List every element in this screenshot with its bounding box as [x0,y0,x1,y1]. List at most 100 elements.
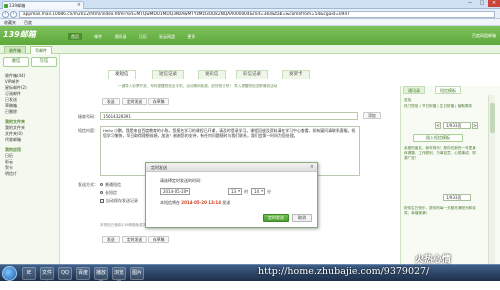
address-bar-input[interactable]: appmail.mail.10086.cn/m2012/html/index.h… [19,10,495,18]
taskbar-browser-icon[interactable]: 浏览器 [112,267,126,287]
template-snippet-2[interactable]: 祝你生日快乐，愿你的每一天都充满阳光和欢笑，幸福美满！ [404,206,476,246]
nav-home[interactable]: 首页 [68,33,82,40]
window-close-icon[interactable]: × [488,0,500,7]
message-text: Hello 小鹏，我是来自百度教育的小陈，您报名学习的课程已开课，请及时登录学习… [103,128,356,139]
radio-long-sms[interactable] [100,191,103,194]
mail-logo: 139邮箱 [3,30,36,39]
page-select-2[interactable]: 1/933页 [443,194,471,201]
tab-close-icon[interactable]: × [77,2,81,9]
sidebar: 收信 写信 收件箱(44) VIP邮件 星标邮件(2) 订阅邮件 已发送 草稿箱… [0,54,60,264]
tab-send-sms[interactable]: 发短信 [108,70,136,79]
header-user[interactable]: 百度网盘邮箱 [472,33,496,39]
sub-tab-bar: 收件箱 写邮件 [0,45,500,54]
save-draft-button-top[interactable]: 存草稿 [148,98,170,105]
taskbar-ie-icon[interactable]: IE [22,267,36,280]
auto-save-checkbox[interactable] [100,199,104,203]
bookmarks-bar: 收藏夹 百度 [0,19,500,26]
sidebar-app-postcard[interactable]: 明信片 [5,171,17,177]
main-nav: 首页 邮件 通讯录 日历 彩云网盘 更多 [68,33,206,40]
browser-window: 139邮箱 × ─ □ × ‹ › appmail.mail.10086.cn/… [0,0,500,287]
template-search-label[interactable]: 查找 [404,98,476,103]
write-button[interactable]: 写信 [31,57,57,67]
template-snippet-1[interactable]: 亲爱的朋友，新年快乐！愿你在新的一年里身体健康，工作顺利，万事如意，心想事成，财… [404,146,476,186]
taskbar-folder-icon[interactable]: 文件夹 [40,267,54,287]
browser-tab[interactable]: 139邮箱 × [2,1,84,9]
tab-mms-records[interactable]: 彩信记录 [236,70,268,79]
schedule-cancel-button[interactable]: 取消 [292,214,312,222]
sidebar-item-deleted[interactable]: 已删除 [5,109,17,115]
sidebar-folder-3[interactable]: 代收邮箱 [5,137,21,143]
nav-contacts[interactable]: 通讯录 [115,34,127,39]
insert-template-button[interactable]: 插入短信模板 [413,134,463,142]
subtab-compose[interactable]: 写邮件 [30,46,52,54]
tab-send-mms[interactable]: 发彩信 [198,70,226,79]
vertical-scrollbar[interactable] [488,95,495,264]
taskbar-image-icon[interactable]: 图片 [130,267,144,280]
radio-normal-label: 普通短信 [105,182,121,187]
hour-select[interactable]: 13 ▾ [228,188,242,195]
nav-more[interactable]: 更多 [187,34,195,39]
tab-sms-records[interactable]: 短信记录 [152,70,184,79]
start-button[interactable] [2,266,17,281]
schedule-info: 本短信将在 2014-05-20 13:14 发送 [160,200,230,206]
tab-templates[interactable]: 短信模板 [435,86,461,94]
minute-value: 14 [254,189,260,194]
send-type-label: 发送方式： [78,182,98,187]
bookmark-baidu[interactable]: 百度 [24,19,32,26]
browser-tab-bar: 139邮箱 × ─ □ × [0,0,500,9]
taskbar-baidu-icon[interactable]: 百度 [76,267,90,280]
maximize-icon[interactable]: □ [476,0,488,7]
back-icon[interactable]: ‹ [2,10,9,18]
promo-notice[interactable]: 一键导入彩票开奖、号码提醒短信至手机，活动期间免费，赶快抢订吧！ 导入提醒短信进… [118,84,277,89]
dialog-title: 定时发送 × [146,163,317,172]
address-bar-row: ‹ › appmail.mail.10086.cn/m2012/html/ind… [0,9,500,19]
browser-tab-title: 139邮箱 [9,3,26,8]
schedule-info-suffix: 发送 [222,200,231,205]
add-contact-button[interactable]: 添加 [363,112,381,119]
taskbar-qq-icon[interactable]: QQ [58,267,72,280]
date-picker[interactable]: 2014-05-20 ▾ [160,188,190,195]
template-panel: 通讯录 短信模板 查找 热门短信 | 节日祝福 | 生日祝福 | 幽默搞笑 < … [400,86,500,264]
mail-header: 139邮箱 首页 邮件 通讯录 日历 彩云网盘 更多 百度网盘邮箱 [0,26,500,45]
minimize-icon[interactable]: ─ [464,0,476,7]
send-button-top[interactable]: 发送 [102,98,120,105]
prev-page-button[interactable]: < [435,122,441,129]
tab-contacts[interactable]: 通讯录 [403,86,425,94]
recipient-label: 接收号码： [78,114,98,119]
bookmark-favorites[interactable]: 收藏夹 [4,19,16,26]
hour-value: 13 [231,189,237,194]
date-value: 2014-05-20 [163,189,187,194]
nav-mail[interactable]: 邮件 [94,34,102,39]
radio-normal-sms[interactable] [100,183,103,186]
schedule-info-prefix: 本短信将在 [160,200,180,205]
taskbar-player-icon[interactable]: 播放器 [94,267,108,287]
dialog-prompt: 请选择定时发送的时间： [160,178,204,183]
schedule-confirm-button[interactable]: 定时发送 [263,214,289,222]
save-draft-button-bottom[interactable]: 存草稿 [148,236,170,243]
subtab-inbox[interactable]: 收件箱 [4,46,26,54]
hour-unit: 时 [244,189,248,194]
receive-button[interactable]: 收信 [3,57,29,67]
template-categories[interactable]: 热门短信 | 节日祝福 | 生日祝福 | 幽默搞笑 [404,104,476,109]
page-select[interactable]: 1/933页 [443,122,471,129]
tab-send-card[interactable]: 发贺卡 [282,70,310,79]
next-page-button[interactable]: > [472,122,478,129]
minute-select[interactable]: 14 ▾ [251,188,265,195]
minute-unit: 分 [267,189,271,194]
dialog-title-text: 定时发送 [151,165,167,170]
auto-save-label: 自动保存发送记录 [106,198,138,203]
schedule-button-top[interactable]: 定时发送 [122,98,148,105]
forward-icon[interactable]: › [10,10,17,18]
chevron-down-icon: ▾ [238,189,240,193]
schedule-dialog: 定时发送 × 请选择定时发送的时间： 2014-05-20 ▾ 13 ▾ 时 1… [145,162,318,228]
scrollbar-thumb[interactable] [490,103,495,133]
nav-calendar[interactable]: 日历 [139,34,147,39]
dialog-close-icon[interactable]: × [310,163,314,172]
nav-cloud-disk[interactable]: 彩云网盘 [159,34,175,39]
recipient-input[interactable]: 15614328391 [100,112,358,120]
radio-long-label: 长短信 [105,190,117,195]
calendar-icon: ▾ [186,189,188,193]
message-label: 短信内容： [78,128,98,133]
send-button-bottom[interactable]: 发送 [102,236,120,243]
schedule-button-bottom[interactable]: 定时发送 [122,236,148,243]
